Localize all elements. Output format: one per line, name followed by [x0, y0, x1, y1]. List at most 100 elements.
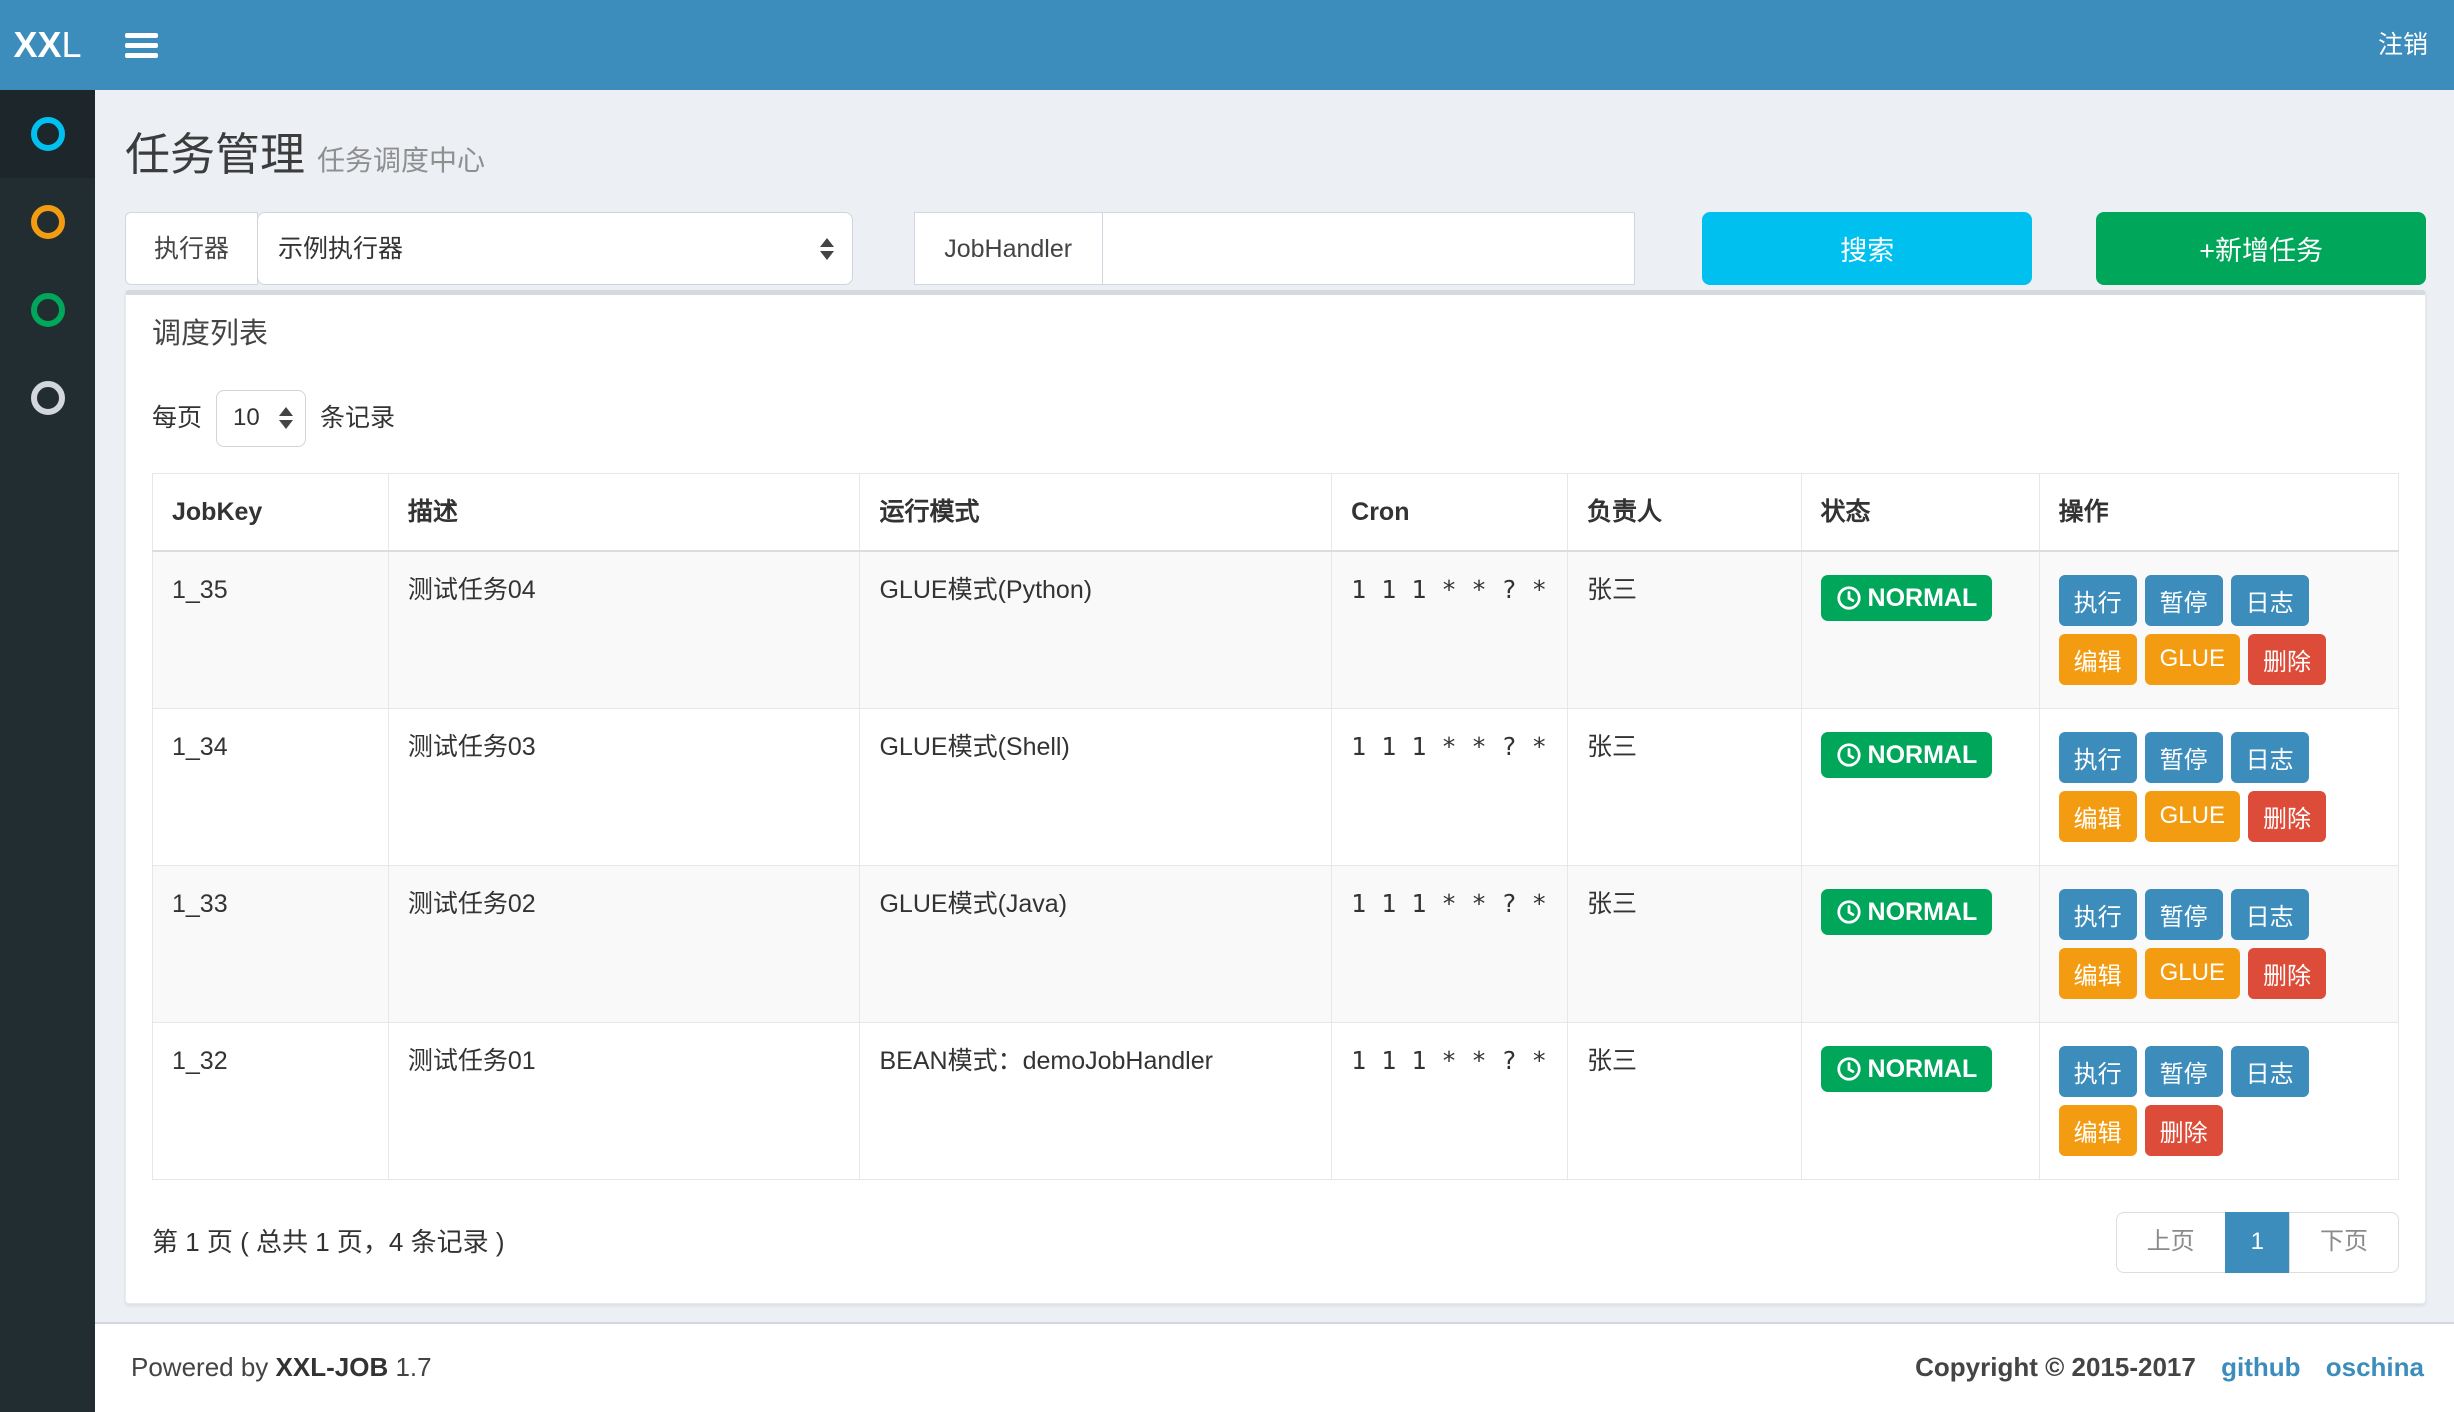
sidebar-item-item-3[interactable]: [0, 266, 95, 354]
edit-button[interactable]: 编辑: [2059, 634, 2137, 685]
clock-icon: [1836, 742, 1862, 768]
pause-button[interactable]: 暂停: [2145, 1046, 2223, 1097]
executor-select[interactable]: 示例执行器: [257, 212, 853, 285]
hamburger-icon: [125, 28, 158, 63]
pagination-row: 第 1 页 ( 总共 1 页，4 条记录 ) 上页 1 下页: [152, 1212, 2399, 1273]
job-table: JobKey描述运行模式Cron负责人状态操作 1_35测试任务04GLUE模式…: [152, 473, 2399, 1180]
action-button-line: 执行暂停日志: [2059, 889, 2379, 940]
jobhandler-input[interactable]: [1103, 212, 1636, 285]
execute-button[interactable]: 执行: [2059, 732, 2137, 783]
table-row: 1_32测试任务01BEAN模式：demoJobHandler1 1 1 * *…: [153, 1022, 2399, 1179]
search-button[interactable]: 搜索: [1702, 212, 2032, 285]
status-badge: NORMAL: [1821, 575, 1993, 621]
cell-actions: 执行暂停日志编辑GLUE删除: [2039, 865, 2398, 1022]
app-logo[interactable]: XXL: [0, 0, 95, 90]
prev-page-button[interactable]: 上页: [2116, 1212, 2226, 1273]
clock-icon: [1836, 585, 1862, 611]
cell-owner: 张三: [1567, 551, 1801, 709]
delete-button[interactable]: 删除: [2248, 634, 2326, 685]
sidebar-item-task-manage[interactable]: [0, 90, 95, 178]
edit-button[interactable]: 编辑: [2059, 1105, 2137, 1156]
glue-button[interactable]: GLUE: [2145, 948, 2240, 999]
cell-status: NORMAL: [1801, 1022, 2039, 1179]
pause-button[interactable]: 暂停: [2145, 732, 2223, 783]
sidebar-item-item-4[interactable]: [0, 354, 95, 442]
log-button[interactable]: 日志: [2231, 732, 2309, 783]
cell-mode: GLUE模式(Python): [860, 551, 1332, 709]
glue-button[interactable]: GLUE: [2145, 791, 2240, 842]
page-size-label-after: 条记录: [320, 403, 395, 433]
circle-icon: [31, 117, 65, 151]
page-size-label-before: 每页: [152, 403, 202, 433]
filter-row: 执行器 示例执行器 JobHandler 搜索 +新增任务: [125, 212, 2426, 285]
cell-desc: 测试任务02: [388, 865, 860, 1022]
cell-actions: 执行暂停日志编辑GLUE删除: [2039, 708, 2398, 865]
cell-status: NORMAL: [1801, 865, 2039, 1022]
action-button-line: 执行暂停日志: [2059, 732, 2379, 783]
next-page-button[interactable]: 下页: [2289, 1212, 2399, 1273]
sidebar-item-item-2[interactable]: [0, 178, 95, 266]
schedule-list-panel: 调度列表 每页 10 条记录 JobKey描述运行模式Cron负责人状态操作: [125, 290, 2426, 1304]
cell-jobkey: 1_35: [153, 551, 389, 709]
delete-button[interactable]: 删除: [2248, 948, 2326, 999]
select-arrows-icon: [820, 238, 834, 260]
execute-button[interactable]: 执行: [2059, 889, 2137, 940]
circle-icon: [31, 293, 65, 327]
pagination: 上页 1 下页: [2116, 1212, 2399, 1273]
executor-selected-value: 示例执行器: [278, 234, 403, 264]
cell-mode: GLUE模式(Java): [860, 865, 1332, 1022]
sidebar-toggle-button[interactable]: [95, 0, 188, 90]
log-button[interactable]: 日志: [2231, 889, 2309, 940]
executor-label: 执行器: [125, 212, 258, 285]
cell-status: NORMAL: [1801, 708, 2039, 865]
delete-button[interactable]: 删除: [2248, 791, 2326, 842]
log-button[interactable]: 日志: [2231, 1046, 2309, 1097]
edit-button[interactable]: 编辑: [2059, 948, 2137, 999]
pause-button[interactable]: 暂停: [2145, 575, 2223, 626]
content-area: 任务管理任务调度中心 执行器 示例执行器 JobHandler 搜索 +新增任务: [95, 90, 2454, 1322]
execute-button[interactable]: 执行: [2059, 575, 2137, 626]
log-button[interactable]: 日志: [2231, 575, 2309, 626]
column-header: 运行模式: [860, 473, 1332, 551]
action-button-line: 编辑GLUE删除: [2059, 948, 2379, 999]
page-header: 任务管理任务调度中心: [125, 128, 2426, 182]
logout-link[interactable]: 注销: [2378, 30, 2428, 60]
page-size-value: 10: [233, 404, 260, 433]
edit-button[interactable]: 编辑: [2059, 791, 2137, 842]
cell-jobkey: 1_33: [153, 865, 389, 1022]
column-header: 状态: [1801, 473, 2039, 551]
cell-desc: 测试任务03: [388, 708, 860, 865]
pagination-info: 第 1 页 ( 总共 1 页，4 条记录 ): [152, 1227, 505, 1258]
execute-button[interactable]: 执行: [2059, 1046, 2137, 1097]
column-header: 负责人: [1567, 473, 1801, 551]
clock-icon: [1836, 899, 1862, 925]
cell-mode: BEAN模式：demoJobHandler: [860, 1022, 1332, 1179]
table-row: 1_34测试任务03GLUE模式(Shell)1 1 1 * * ? *张三NO…: [153, 708, 2399, 865]
panel-title: 调度列表: [152, 317, 2399, 352]
pause-button[interactable]: 暂停: [2145, 889, 2223, 940]
github-link[interactable]: github: [2221, 1352, 2300, 1382]
page-1-button[interactable]: 1: [2225, 1212, 2290, 1273]
oschina-link[interactable]: oschina: [2326, 1352, 2424, 1382]
status-badge: NORMAL: [1821, 732, 1993, 778]
action-button-line: 编辑删除: [2059, 1105, 2379, 1156]
page-size-select[interactable]: 10: [216, 390, 306, 447]
page-subtitle: 任务调度中心: [317, 145, 485, 176]
action-button-line: 编辑GLUE删除: [2059, 634, 2379, 685]
add-job-button[interactable]: +新增任务: [2096, 212, 2426, 285]
jobhandler-filter-group: JobHandler: [914, 212, 1636, 285]
cell-actions: 执行暂停日志编辑删除: [2039, 1022, 2398, 1179]
cell-cron: 1 1 1 * * ? *: [1332, 865, 1568, 1022]
action-button-line: 编辑GLUE删除: [2059, 791, 2379, 842]
delete-button[interactable]: 删除: [2145, 1105, 2223, 1156]
table-header-row: JobKey描述运行模式Cron负责人状态操作: [153, 473, 2399, 551]
table-row: 1_33测试任务02GLUE模式(Java)1 1 1 * * ? *张三NOR…: [153, 865, 2399, 1022]
column-header: Cron: [1332, 473, 1568, 551]
cell-mode: GLUE模式(Shell): [860, 708, 1332, 865]
circle-icon: [31, 205, 65, 239]
cell-desc: 测试任务04: [388, 551, 860, 709]
status-badge: NORMAL: [1821, 1046, 1993, 1092]
glue-button[interactable]: GLUE: [2145, 634, 2240, 685]
logo-text-light: L: [62, 23, 82, 66]
footer-copyright: Copyright © 2015-2017 github oschina: [1915, 1352, 2424, 1383]
